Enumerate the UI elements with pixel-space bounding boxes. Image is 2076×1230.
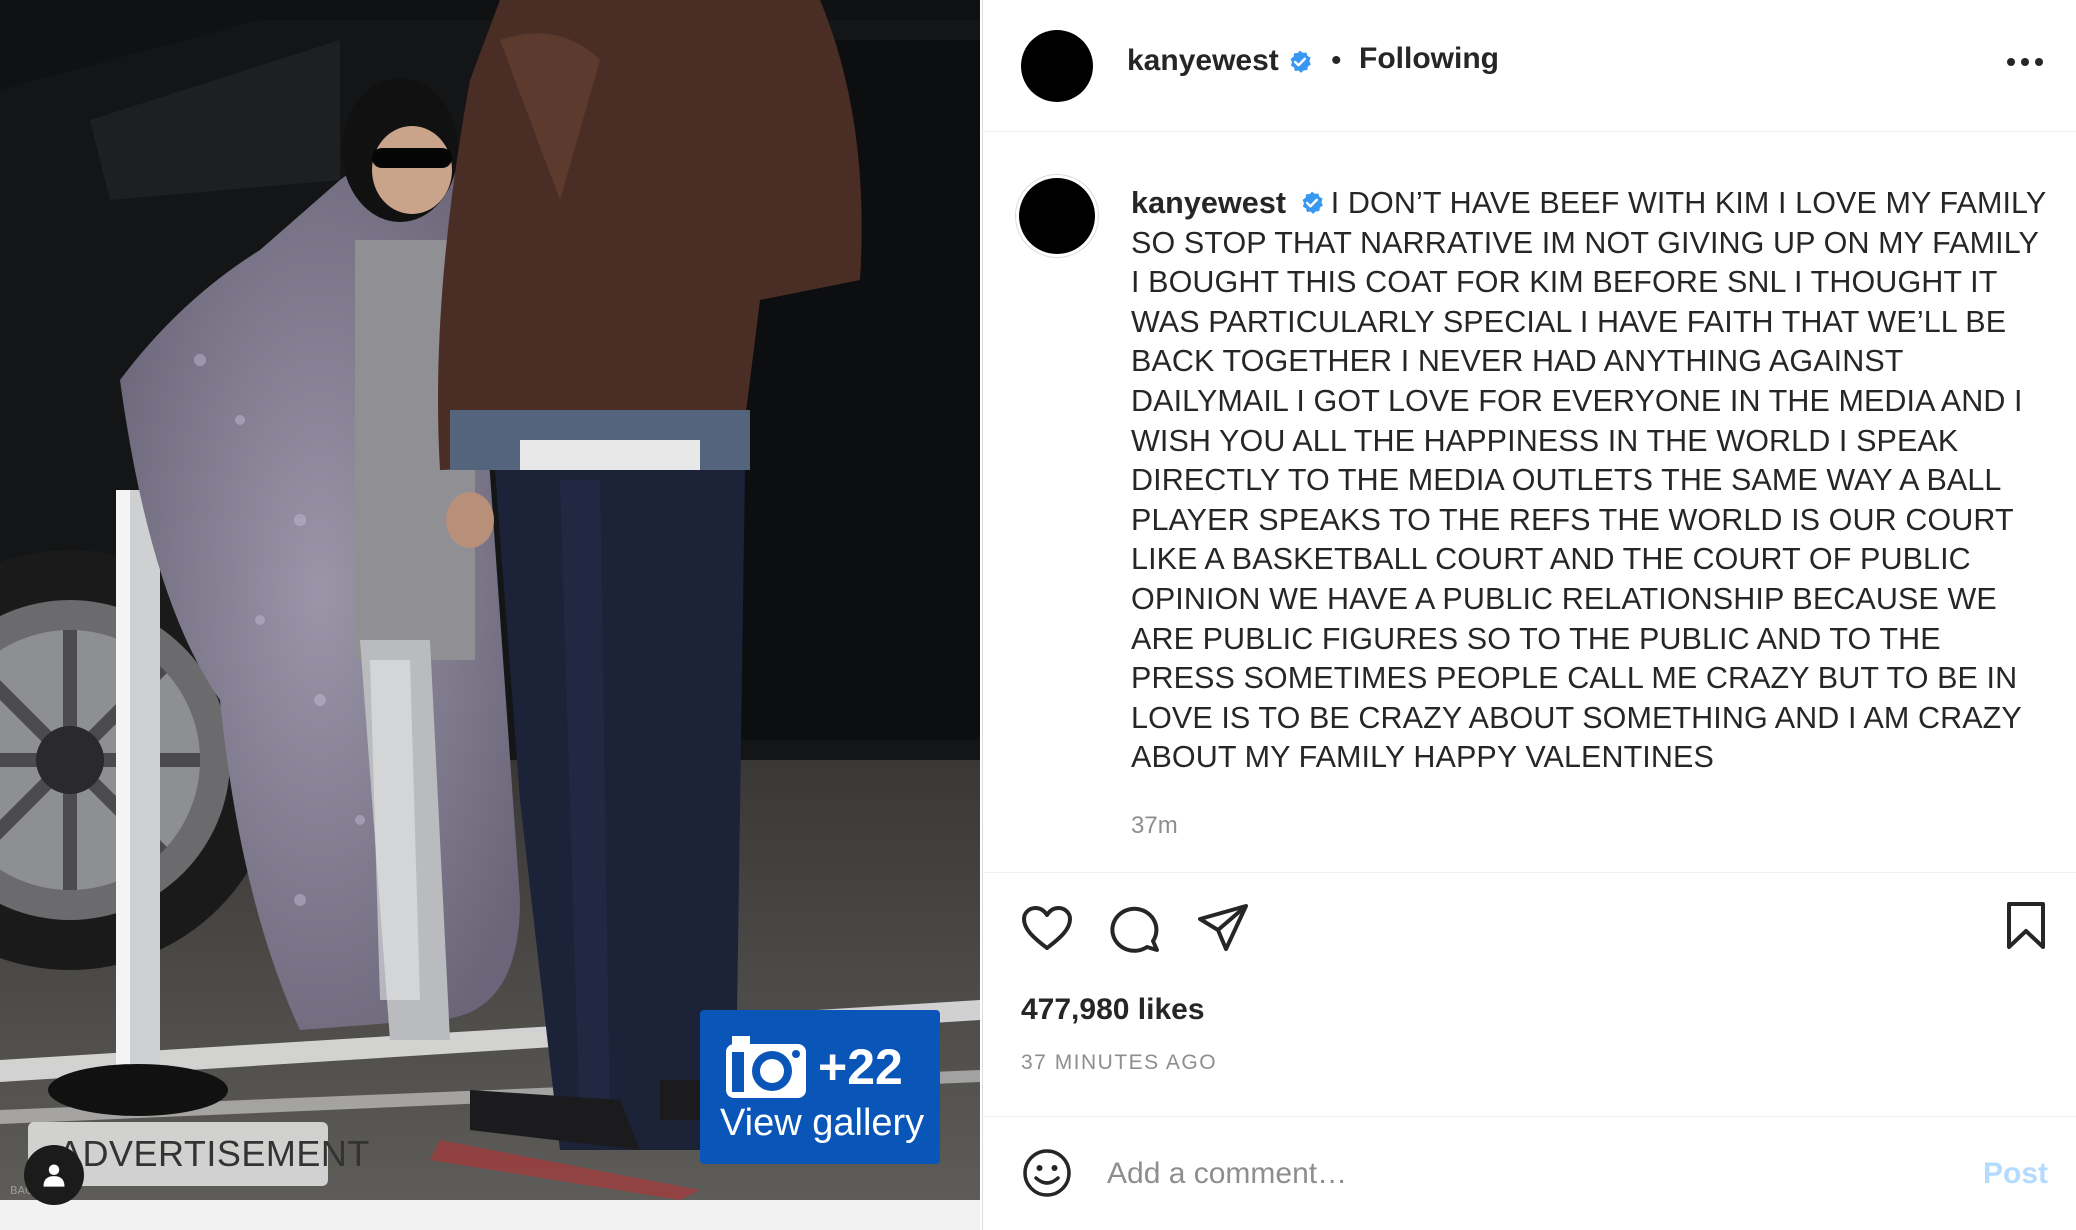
post-header: kanyewest • Following (983, 0, 2076, 132)
comment-bar: Post (983, 1116, 2076, 1230)
caption-username[interactable]: kanyewest (1131, 186, 1286, 220)
following-button[interactable]: Following (1359, 42, 1499, 76)
comment-icon[interactable] (1109, 903, 1161, 953)
view-gallery-button[interactable]: +22 View gallery (700, 1010, 940, 1164)
verified-badge-icon (1290, 50, 1311, 73)
more-options-icon[interactable] (2005, 56, 2045, 68)
heart-icon[interactable] (1021, 905, 1073, 951)
caption-text: I DON’T HAVE BEEF WITH KIM I LOVE MY FAM… (1131, 186, 2046, 775)
gallery-label: View gallery (720, 1102, 925, 1144)
gallery-count: +22 (818, 1039, 903, 1095)
separator-dot: • (1331, 44, 1342, 77)
post-timestamp[interactable]: 37 MINUTES AGO (1021, 1051, 1217, 1075)
article-caption-strip (0, 1200, 980, 1230)
post-actions: 477,980 likes 37 MINUTES AGO (983, 872, 2076, 1116)
user-icon (43, 1164, 65, 1187)
likes-count[interactable]: 477,980 likes (1021, 993, 1205, 1027)
share-icon[interactable] (1197, 903, 1249, 953)
tagged-user-button[interactable] (24, 1145, 84, 1205)
camera-icon (726, 1036, 806, 1098)
post-comment-button[interactable]: Post (1983, 1157, 2048, 1191)
emoji-icon[interactable] (1021, 1147, 1073, 1199)
caption-section: kanyewest I DON’T HAVE BEEF WITH KIM I L… (983, 132, 2076, 872)
post-media[interactable]: ADVERTISEMENT BACKGRID +22 View gallery (0, 0, 980, 1230)
verified-badge-icon (1302, 191, 1323, 214)
bookmark-icon[interactable] (2005, 901, 2047, 951)
header-username: kanyewest (1127, 44, 1279, 77)
post-sidebar: kanyewest • Following kanyewest I DON’T … (982, 0, 2076, 1230)
caption-avatar[interactable] (1019, 178, 1095, 254)
header-username-link[interactable]: kanyewest (1127, 44, 1313, 78)
comment-input[interactable] (1107, 1147, 1907, 1201)
avatar[interactable] (1021, 30, 1093, 102)
post-caption: kanyewest I DON’T HAVE BEEF WITH KIM I L… (1131, 184, 2051, 778)
caption-timestamp[interactable]: 37m (1131, 812, 1178, 840)
